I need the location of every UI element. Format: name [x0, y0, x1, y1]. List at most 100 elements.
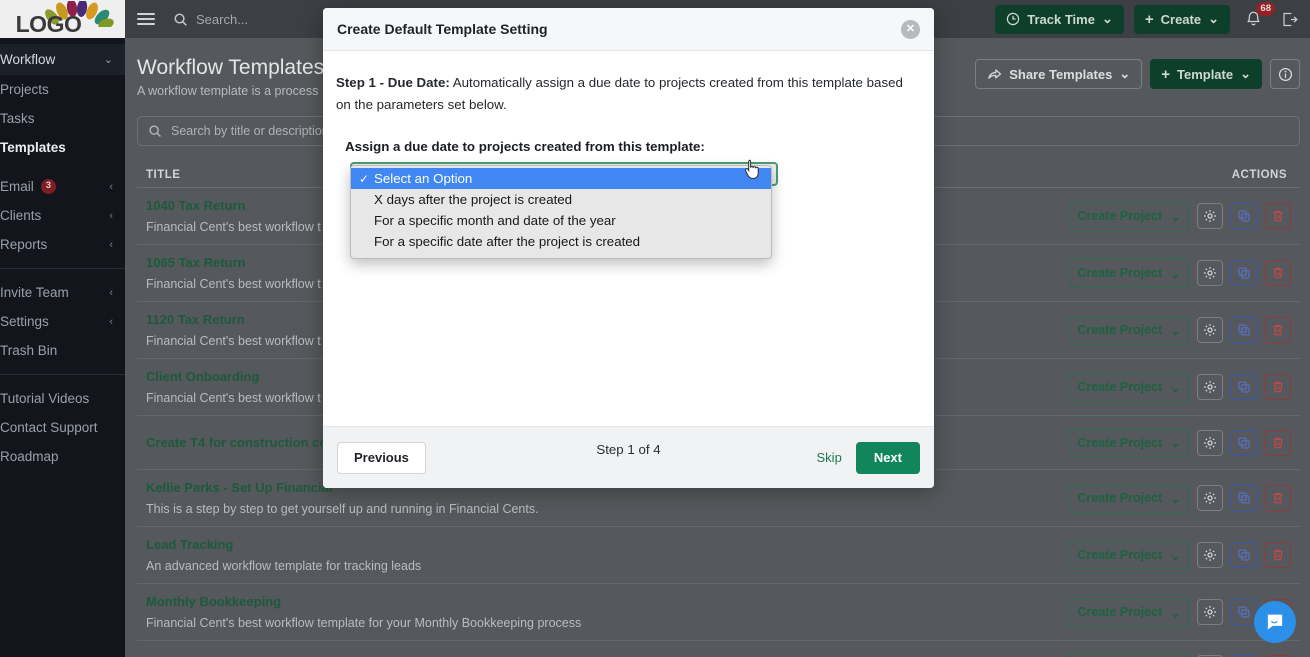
create-project-button[interactable]: Create Project⌄	[1069, 653, 1189, 657]
create-project-button[interactable]: Create Project⌄	[1069, 597, 1189, 627]
trash-icon[interactable]	[1265, 374, 1291, 400]
sidebar-item-label: Email	[0, 179, 34, 194]
select-option[interactable]: ✓For a specific month and date of the ye…	[351, 210, 771, 231]
chevron-down-icon: ⌄	[1170, 491, 1181, 506]
gear-icon[interactable]	[1197, 203, 1223, 229]
chevron-down-icon: ⌄	[1170, 209, 1181, 224]
share-templates-button[interactable]: Share Templates ⌄	[975, 59, 1143, 89]
sidebar-item-templates[interactable]: Templates	[0, 133, 125, 162]
create-default-template-setting-modal: Create Default Template Setting ✕ Step 1…	[323, 8, 934, 488]
notifications-button[interactable]: 68	[1244, 2, 1275, 31]
info-button[interactable]	[1270, 59, 1300, 89]
create-project-label: Create Project	[1077, 266, 1163, 280]
check-icon: ✓	[359, 171, 370, 186]
sidebar-item-tasks[interactable]: Tasks	[0, 104, 125, 133]
table-row: Lead Tracking An advanced workflow templa…	[137, 527, 1300, 584]
select-option[interactable]: ✓X days after the project is created	[351, 189, 771, 210]
copy-icon[interactable]	[1231, 203, 1257, 229]
modal-body: Step 1 - Due Date: Automatically assign …	[323, 51, 934, 457]
create-project-button[interactable]: Create Project⌄	[1069, 258, 1189, 288]
chevron-down-icon: ⌄	[1101, 11, 1113, 26]
sidebar-item-roadmap[interactable]: Roadmap	[0, 442, 125, 471]
clock-icon	[1007, 12, 1020, 26]
chevron-left-icon: ‹	[109, 315, 113, 328]
sidebar-item-contact-support[interactable]: Contact Support	[0, 413, 125, 442]
sidebar-item-label: Settings	[0, 314, 49, 329]
sidebar-item-settings[interactable]: Settings ‹	[0, 307, 125, 336]
sidebar-divider	[0, 374, 125, 375]
chevron-down-icon: ⌄	[103, 54, 113, 66]
sidebar-item-label: Tutorial Videos	[0, 391, 90, 406]
row-main: Monthly Bookkeeping Financial Cent's best…	[146, 584, 1041, 640]
gear-icon[interactable]	[1197, 485, 1223, 511]
trash-icon[interactable]	[1265, 260, 1291, 286]
trash-icon[interactable]	[1265, 429, 1291, 456]
add-template-label: Template	[1176, 66, 1234, 82]
sidebar-divider	[0, 268, 125, 269]
create-project-button[interactable]: Create Project⌄	[1069, 428, 1189, 457]
copy-icon[interactable]	[1231, 260, 1257, 286]
create-project-button[interactable]: Create Project⌄	[1069, 372, 1189, 402]
trash-icon[interactable]	[1265, 203, 1291, 229]
step-label: Step 1 - Due Date:	[336, 75, 450, 90]
sidebar-item-trash-bin[interactable]: Trash Bin	[0, 336, 125, 365]
create-project-label: Create Project	[1077, 380, 1163, 394]
global-search-placeholder: Search...	[196, 11, 249, 27]
sidebar-item-clients[interactable]: Clients ‹	[0, 201, 125, 230]
email-unread-badge: 3	[40, 179, 57, 194]
add-template-button[interactable]: + Template ⌄	[1150, 59, 1262, 89]
gear-icon[interactable]	[1197, 374, 1223, 400]
copy-icon[interactable]	[1231, 485, 1257, 511]
select-option-label: For a specific month and date of the yea…	[374, 213, 616, 229]
create-project-label: Create Project	[1077, 491, 1163, 505]
create-project-button[interactable]: Create Project ⌄	[1069, 483, 1189, 513]
sidebar-item-projects[interactable]: Projects	[0, 75, 125, 104]
copy-icon[interactable]	[1231, 317, 1257, 343]
copy-icon[interactable]	[1231, 542, 1257, 568]
select-option[interactable]: ✓For a specific date after the project i…	[351, 231, 771, 252]
create-button[interactable]: + Create ⌄	[1133, 4, 1230, 34]
sidebar-section-workflow[interactable]: Workflow ⌄	[0, 44, 125, 75]
select-option-label: For a specific date after the project is…	[374, 234, 641, 250]
copy-icon[interactable]	[1231, 429, 1257, 456]
close-icon[interactable]: ✕	[901, 19, 920, 39]
template-title-link[interactable]: Lead Tracking	[146, 535, 1041, 555]
gear-icon[interactable]	[1197, 429, 1223, 456]
gear-icon[interactable]	[1197, 260, 1223, 286]
search-icon	[149, 125, 161, 137]
chevron-down-icon: ⌄	[1170, 548, 1181, 563]
gear-icon[interactable]	[1197, 317, 1223, 343]
create-project-button[interactable]: Create Project⌄	[1069, 540, 1189, 570]
select-option[interactable]: ✓ Select an Option	[351, 168, 771, 190]
plus-icon: +	[1144, 10, 1154, 28]
chevron-left-icon: ‹	[109, 238, 113, 251]
create-project-button[interactable]: Create Project⌄	[1069, 315, 1189, 345]
chevron-down-icon: ⌄	[1170, 436, 1181, 450]
chevron-down-icon: ⌄	[1170, 605, 1181, 620]
sidebar-item-label: Contact Support	[0, 420, 98, 435]
create-project-button[interactable]: Create Project⌄	[1069, 201, 1189, 231]
app-root: LOGO Workflow ⌄ Projects Tasks Templates…	[0, 0, 1310, 657]
copy-icon[interactable]	[1231, 374, 1257, 400]
chat-launcher-button[interactable]	[1254, 601, 1296, 643]
select-option-label: X days after the project is created	[374, 192, 573, 208]
row-actions: Create Project⌄	[1041, 653, 1291, 657]
sidebar-item-reports[interactable]: Reports ‹	[0, 230, 125, 259]
logo[interactable]: LOGO	[0, 0, 125, 38]
logout-button[interactable]	[1278, 11, 1300, 28]
trash-icon[interactable]	[1265, 485, 1291, 511]
column-header-actions: ACTIONS	[1231, 168, 1287, 181]
trash-icon[interactable]	[1265, 542, 1291, 568]
gear-icon[interactable]	[1197, 542, 1223, 568]
logo-text: LOGO	[15, 11, 82, 37]
template-title-link[interactable]: Monthly Bookkeeping	[146, 592, 1041, 612]
trash-icon[interactable]	[1265, 317, 1291, 343]
track-time-button[interactable]: Track Time ⌄	[995, 4, 1124, 34]
sidebar-item-label: Tasks	[0, 111, 35, 126]
sidebar-item-invite-team[interactable]: Invite Team ‹	[0, 278, 125, 307]
check-icon: ✓	[359, 235, 374, 249]
gear-icon[interactable]	[1197, 599, 1223, 625]
sidebar-item-tutorial-videos[interactable]: Tutorial Videos	[0, 384, 125, 413]
hamburger-icon[interactable]	[137, 13, 155, 25]
sidebar-item-email[interactable]: Email 3 ‹	[0, 172, 125, 201]
